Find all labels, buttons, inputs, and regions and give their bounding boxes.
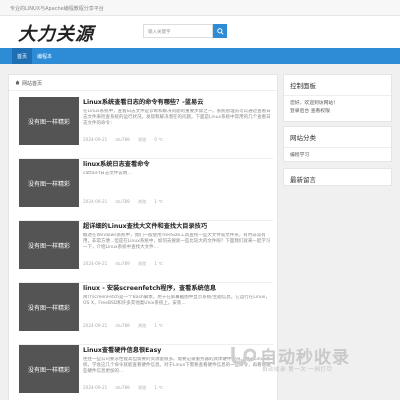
widget-title: 网站分类 <box>284 127 391 148</box>
search-button[interactable] <box>213 24 227 38</box>
post-meta: 2024-09-21 stu789 浏览 1 ℃ <box>83 323 273 329</box>
post-date: 2024-09-21 <box>83 323 108 328</box>
topbar: 专业的LINUX与Apache编程教程分享平台 <box>0 0 400 16</box>
post-author[interactable]: stu789 <box>115 199 129 205</box>
post-excerpt: 简介screenFetch是一个Bash脚本，用于在屏幕截图中显示系统/主题信息… <box>83 295 270 306</box>
post-views: 浏览 <box>137 385 147 390</box>
recent-comments-widget: 最新留言 <box>283 168 392 186</box>
categories-widget: 网站分类 编程学习 <box>283 126 392 162</box>
widget-title: 最新留言 <box>290 176 316 184</box>
list-item: 没有图一样精彩 超详细的Linux查找大文件和查找大目录技巧 概述在Window… <box>19 221 273 283</box>
post-author[interactable]: stu789 <box>115 323 129 329</box>
post-thumbnail[interactable]: 没有图一样精彩 <box>19 221 79 269</box>
site-logo[interactable]: 大力关源 <box>18 20 94 46</box>
post-views: 浏览 <box>137 199 147 204</box>
post-author[interactable]: stu789 <box>115 261 129 267</box>
watermark-subtext: 自动收录·第一次·一网打尽 <box>262 367 333 373</box>
breadcrumb: 网站首页 <box>9 75 277 91</box>
post-date: 2024-09-21 <box>83 385 108 390</box>
watermark-logo-icon <box>231 347 256 365</box>
search-input[interactable]: 输入关键字 <box>143 24 213 38</box>
post-views: 浏览 <box>137 323 147 328</box>
post-thumbnail[interactable]: 没有图一样精彩 <box>19 345 79 393</box>
list-item: 没有图一样精彩 linux - 安装screenfetch程序，查看系统信息 简… <box>19 283 273 345</box>
post-views: 浏览 <box>137 137 147 142</box>
post-date: 2024-09-21 <box>83 137 108 142</box>
list-item: 没有图一样精彩 Linux系统查看日志的命令有哪些？-蓝易云 在Linux系统中… <box>19 97 273 159</box>
breadcrumb-home[interactable]: 网站首页 <box>22 80 42 87</box>
post-excerpt: 在Linux系统中，查看日志文件是诊断和解决问题的重要步骤之一。系统管理员可以通… <box>83 109 271 126</box>
post-thumbnail[interactable]: 没有图一样精彩 <box>19 97 79 145</box>
post-comments: 1 ℃ <box>154 385 163 390</box>
post-meta: 2024-09-21 stu789 浏览 1 ℃ <box>83 261 273 267</box>
post-comments: 1 ℃ <box>154 261 163 266</box>
post-meta: 2024-09-21 stu789 浏览 0 ℃ <box>83 137 273 143</box>
post-title[interactable]: Linux系统查看日志的命令有哪些？-蓝易云 <box>83 97 273 106</box>
post-excerpt: 概述在Windows系统中，我们一般使用TreeSize工具查找一些大文件或文件… <box>83 233 271 250</box>
post-author[interactable]: stu789 <box>115 137 129 143</box>
post-title[interactable]: linux - 安装screenfetch程序，查看系统信息 <box>83 283 273 292</box>
post-comments: 1 ℃ <box>154 323 163 328</box>
post-comments: 1 ℃ <box>154 199 163 204</box>
post-thumbnail[interactable]: 没有图一样精彩 <box>19 159 79 207</box>
list-item: 没有图一样精彩 linux系统日志查看命令 cattail-f日志文件说明...… <box>19 159 273 221</box>
welcome-text: 您好，欢迎到访网站！ <box>290 101 338 106</box>
search-icon <box>216 27 224 35</box>
post-excerpt: cattail-f日志文件说明... <box>83 171 132 176</box>
home-icon <box>15 80 20 85</box>
control-panel-widget: 控制面板 您好，欢迎到访网站！ 登录后台 查看权限 <box>283 74 392 122</box>
main-nav: 首页 编程本 <box>0 48 400 64</box>
nav-item-home[interactable]: 首页 <box>12 48 33 64</box>
header: 大力关源 输入关键字 <box>0 16 400 48</box>
post-comments: 0 ℃ <box>154 137 163 142</box>
post-meta: 2024-09-21 stu789 浏览 1 ℃ <box>83 199 273 205</box>
category-link[interactable]: 编程学习 <box>290 152 385 160</box>
post-title[interactable]: 超详细的Linux查找大文件和查找大目录技巧 <box>83 221 273 230</box>
post-author[interactable]: stu789 <box>115 385 129 391</box>
login-links[interactable]: 登录后台 查看权限 <box>290 108 385 116</box>
post-date: 2024-09-21 <box>83 199 108 204</box>
post-meta: 2024-09-21 stu789 浏览 1 ℃ <box>83 385 273 391</box>
watermark: 自动秒收录 自动收录·第一次·一网打尽 <box>230 343 400 383</box>
widget-title: 控制面板 <box>284 75 391 96</box>
nav-item-programming[interactable]: 编程本 <box>32 48 57 64</box>
post-date: 2024-09-21 <box>83 261 108 266</box>
site-tagline: 专业的LINUX与Apache编程教程分享平台 <box>10 6 104 12</box>
post-title[interactable]: linux系统日志查看命令 <box>83 159 273 168</box>
post-thumbnail[interactable]: 没有图一样精彩 <box>19 283 79 331</box>
post-views: 浏览 <box>137 261 147 266</box>
